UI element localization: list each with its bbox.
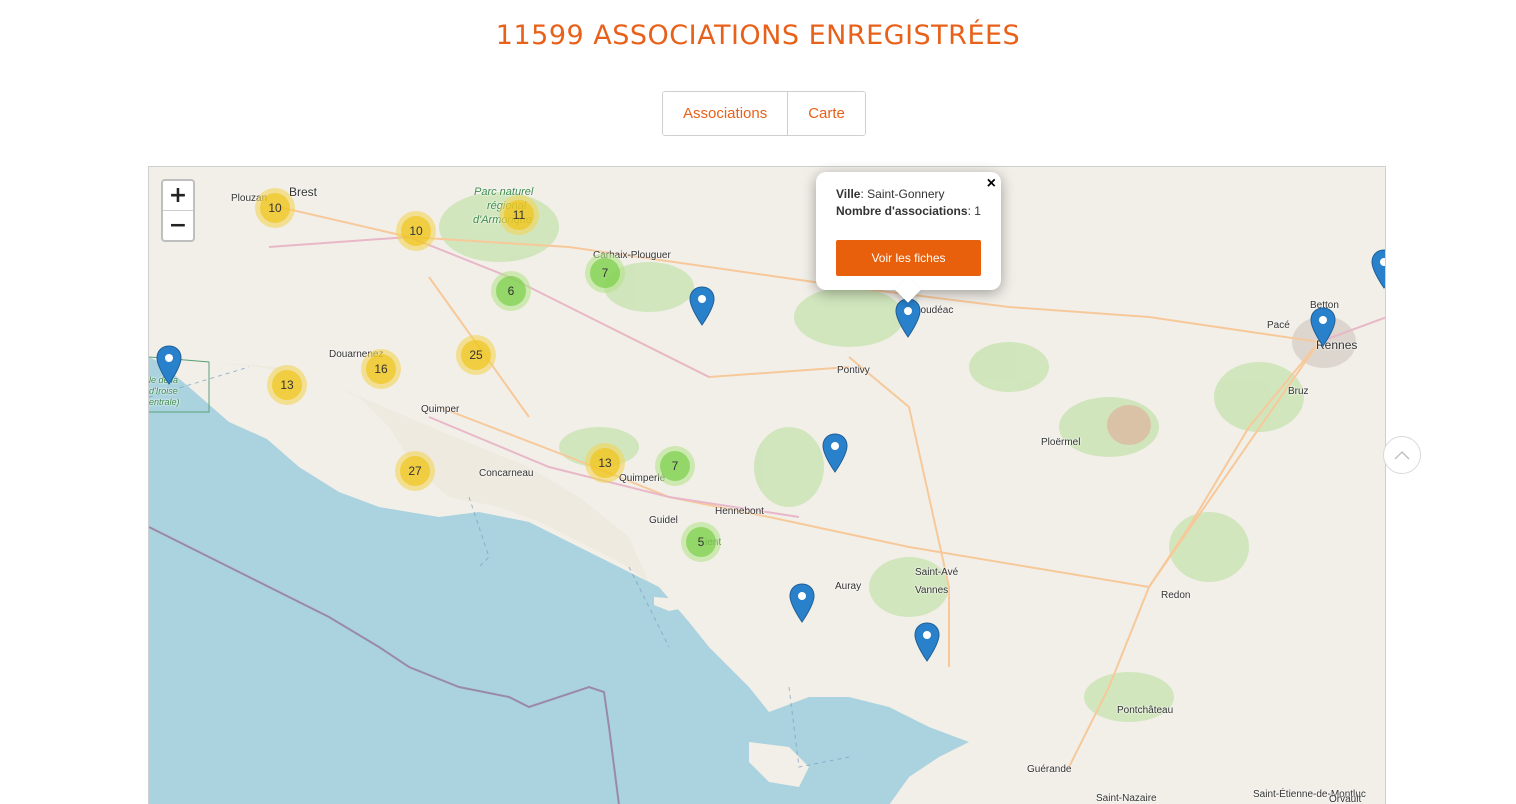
- popup-count-value: 1: [974, 204, 981, 218]
- popup-city-value: Saint-Gonnery: [867, 187, 945, 201]
- paimpont-forest: [1107, 405, 1151, 445]
- label-vannes: Vannes: [915, 585, 949, 596]
- view-toggle: Associations Carte: [662, 91, 866, 136]
- map-pin-icon[interactable]: [156, 345, 182, 385]
- label-orvault: Orvault: [1329, 794, 1362, 804]
- cluster-marker[interactable]: 7: [585, 253, 625, 293]
- label-pace: Pacé: [1267, 320, 1290, 331]
- cluster-count: 27: [400, 456, 430, 486]
- map-pin-icon[interactable]: [1371, 249, 1386, 289]
- cluster-marker[interactable]: 5: [681, 522, 721, 562]
- cluster-marker[interactable]: 13: [585, 443, 625, 483]
- popup-count-row: Nombre d'associations: 1: [836, 204, 981, 218]
- cluster-count: 11: [504, 200, 534, 230]
- marker-popup: × Ville: Saint-Gonnery Nombre d'associat…: [816, 172, 1001, 303]
- map-tiles[interactable]: [149, 167, 1386, 804]
- label-auray: Auray: [835, 581, 862, 592]
- map-pin-icon[interactable]: [789, 583, 815, 623]
- label-redon: Redon: [1161, 590, 1191, 601]
- label-pontivy: Pontivy: [837, 365, 870, 376]
- cluster-count: 10: [401, 216, 431, 246]
- popup-count-label: Nombre d'associations: [836, 204, 968, 218]
- cluster-count: 10: [260, 193, 290, 223]
- map-container[interactable]: Brest Plouzan Parc naturel régional d'Ar…: [148, 166, 1386, 804]
- cluster-marker[interactable]: 10: [396, 211, 436, 251]
- map-view-button[interactable]: Carte: [787, 92, 865, 135]
- close-icon[interactable]: ×: [987, 175, 996, 193]
- popup-city-row: Ville: Saint-Gonnery: [836, 187, 945, 201]
- chevron-up-icon: [1394, 451, 1410, 460]
- cluster-count: 25: [461, 340, 491, 370]
- cluster-count: 7: [590, 258, 620, 288]
- label-ploermel: Ploërmel: [1041, 437, 1081, 448]
- maritime-border: [149, 526, 620, 804]
- cluster-count: 5: [686, 527, 716, 557]
- popup-city-label: Ville: [836, 187, 861, 201]
- cluster-marker[interactable]: 13: [267, 365, 307, 405]
- label-iroise-3: entrale): [149, 397, 180, 407]
- cluster-count: 13: [590, 448, 620, 478]
- zoom-out-button[interactable]: −: [163, 210, 193, 240]
- label-pontchateau: Pontchâteau: [1117, 705, 1174, 716]
- belle-ile: [749, 742, 809, 787]
- cluster-marker[interactable]: 10: [255, 188, 295, 228]
- label-saint-nazaire: Saint-Nazaire: [1096, 793, 1157, 804]
- label-guerande: Guérande: [1027, 764, 1072, 775]
- cluster-count: 7: [660, 451, 690, 481]
- cluster-count: 6: [496, 276, 526, 306]
- label-iroise-2: d'Iroise: [149, 386, 178, 396]
- map-pin-icon[interactable]: [822, 433, 848, 473]
- label-guidel: Guidel: [649, 515, 678, 526]
- label-bruz: Bruz: [1288, 386, 1309, 397]
- map-pin-icon[interactable]: [1310, 307, 1336, 347]
- cluster-marker[interactable]: 7: [655, 446, 695, 486]
- associations-view-button[interactable]: Associations: [663, 92, 788, 135]
- map-pin-icon[interactable]: [914, 622, 940, 662]
- zoom-control: + −: [161, 179, 195, 242]
- zoom-in-button[interactable]: +: [163, 181, 193, 210]
- label-concarneau: Concarneau: [479, 468, 534, 479]
- map-pin-icon[interactable]: [689, 286, 715, 326]
- label-quimper: Quimper: [421, 404, 460, 415]
- cluster-marker[interactable]: 27: [395, 451, 435, 491]
- page-title: 11599 ASSOCIATIONS ENREGISTRÉES: [495, 20, 1021, 51]
- label-saint-ave: Saint-Avé: [915, 567, 959, 578]
- map-pin-icon[interactable]: [895, 298, 921, 338]
- cluster-marker[interactable]: 11: [499, 195, 539, 235]
- cluster-count: 13: [272, 370, 302, 400]
- cluster-marker[interactable]: 6: [491, 271, 531, 311]
- popup-content: Ville: Saint-Gonnery Nombre d'associatio…: [836, 186, 981, 220]
- scroll-to-top-button[interactable]: [1383, 436, 1421, 474]
- cluster-count: 16: [366, 354, 396, 384]
- view-records-button[interactable]: Voir les fiches: [836, 240, 981, 276]
- cluster-marker[interactable]: 25: [456, 335, 496, 375]
- label-hennebont: Hennebont: [715, 506, 764, 517]
- label-brest: Brest: [289, 185, 318, 199]
- cluster-marker[interactable]: 16: [361, 349, 401, 389]
